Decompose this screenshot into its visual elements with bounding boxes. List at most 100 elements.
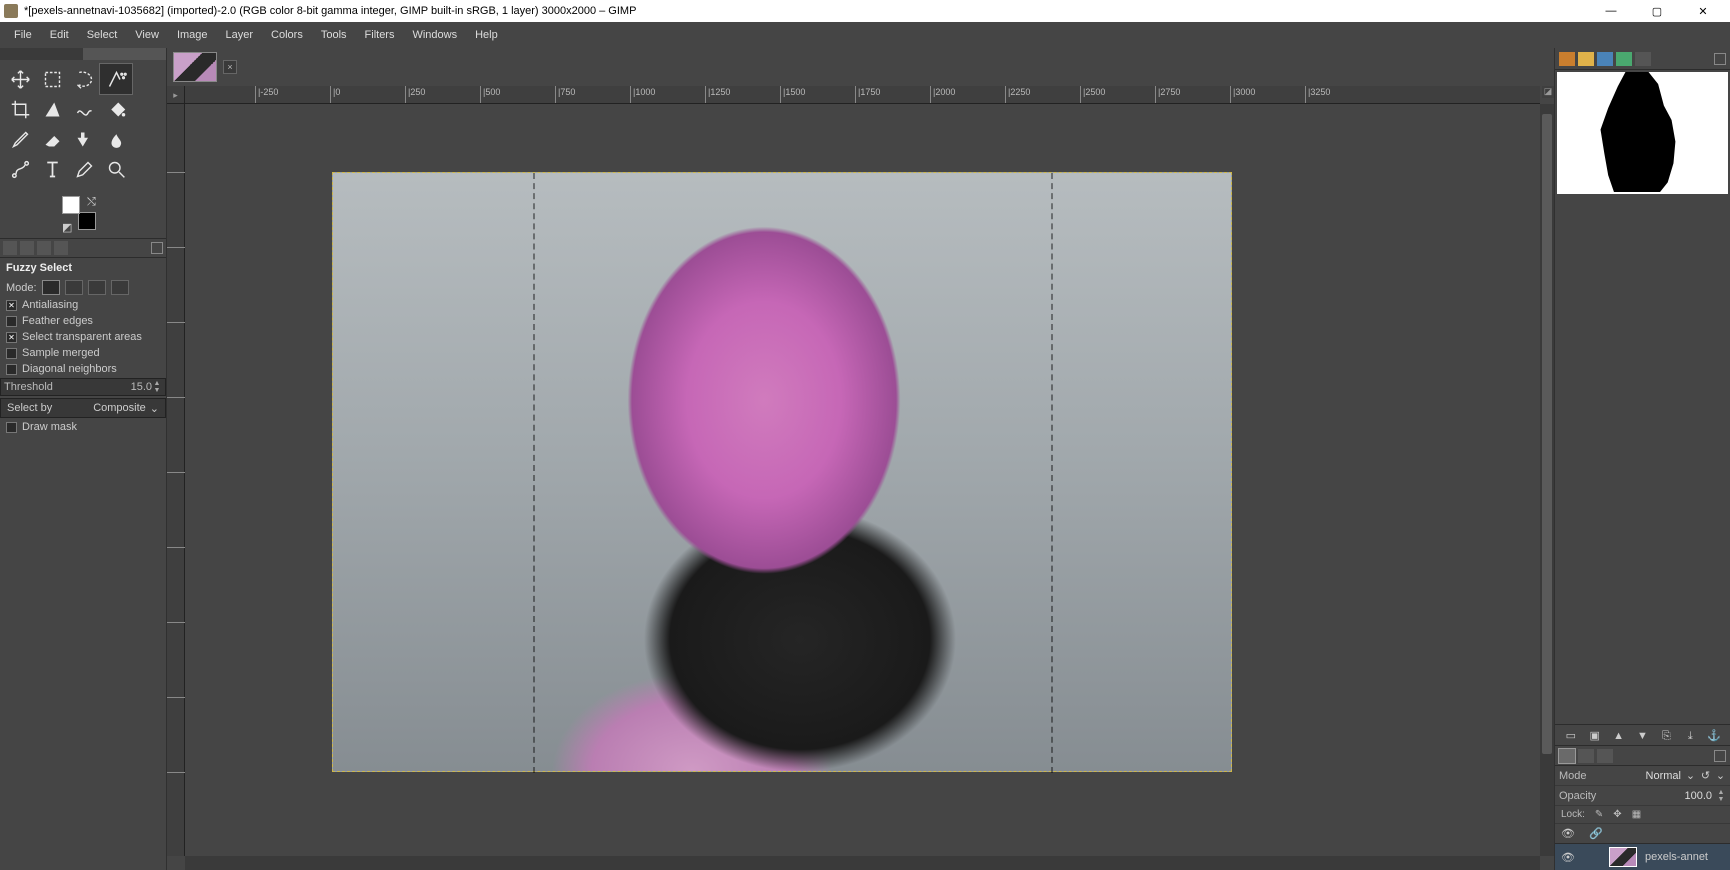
layer-row[interactable]: 👁 pexels-annet — [1555, 844, 1730, 870]
tab-images[interactable] — [54, 241, 68, 255]
tab-menu-icon[interactable] — [151, 242, 163, 254]
layer-opacity-row[interactable]: Opacity 100.0 ▲▼ — [1555, 786, 1730, 806]
default-colors-icon[interactable]: ◩ — [62, 221, 71, 230]
maximize-button[interactable]: ▢ — [1634, 0, 1680, 22]
vertical-scrollbar[interactable] — [1540, 104, 1554, 856]
new-group-icon[interactable]: ▣ — [1586, 728, 1604, 744]
navigation-preview[interactable] — [1557, 72, 1728, 194]
mode-add[interactable] — [65, 280, 83, 295]
menu-colors[interactable]: Colors — [263, 26, 311, 44]
rect-select-tool[interactable] — [36, 64, 68, 94]
crop-tool[interactable] — [4, 94, 36, 124]
minimize-button[interactable]: ― — [1588, 0, 1634, 22]
dock-menu-icon[interactable] — [1714, 53, 1726, 65]
duplicate-layer-icon[interactable]: ⎘ — [1657, 728, 1675, 744]
menu-edit[interactable]: Edit — [42, 26, 77, 44]
menu-view[interactable]: View — [127, 26, 167, 44]
smudge-tool[interactable] — [100, 124, 132, 154]
reset-mode-icon[interactable]: ↺ — [1700, 769, 1711, 782]
vertical-ruler[interactable] — [167, 104, 185, 856]
lock-label: Lock: — [1561, 809, 1585, 820]
color-swatches[interactable]: ◩ ⤭ — [62, 196, 102, 230]
image-tab[interactable]: × — [173, 52, 237, 82]
transform-tool[interactable] — [36, 94, 68, 124]
close-button[interactable]: ✕ — [1680, 0, 1726, 22]
close-tab-icon[interactable]: × — [223, 60, 237, 74]
text-tool[interactable] — [36, 154, 68, 184]
move-tool[interactable] — [4, 64, 36, 94]
tab-paths[interactable] — [1597, 749, 1613, 763]
layers-menu-icon[interactable] — [1714, 750, 1726, 762]
layer-mode-row[interactable]: Mode Normal ⌄ ↺ ⌄ — [1555, 766, 1730, 786]
mode-replace[interactable] — [42, 280, 60, 295]
free-select-tool[interactable] — [68, 64, 100, 94]
select-by-dropdown[interactable]: Select by Composite⌄ — [0, 398, 166, 418]
threshold-slider[interactable]: Threshold 15.0 ▲▼ — [0, 378, 166, 396]
anchor-layer-icon[interactable]: ⚓ — [1705, 728, 1723, 744]
canvas[interactable] — [332, 172, 1232, 772]
tab-patterns[interactable] — [1578, 52, 1594, 66]
menu-layer[interactable]: Layer — [218, 26, 262, 44]
tab-brushes[interactable] — [1559, 52, 1575, 66]
lower-dock-tabs — [1555, 746, 1730, 766]
opacity-spinner[interactable]: ▲▼ — [1716, 789, 1726, 803]
clone-tool[interactable] — [68, 124, 100, 154]
threshold-spinner[interactable]: ▲▼ — [152, 380, 162, 394]
background-color[interactable] — [78, 212, 96, 230]
canvas-viewport[interactable] — [185, 104, 1540, 856]
lower-layer-icon[interactable]: ▼ — [1634, 728, 1652, 744]
quick-mask-toggle[interactable]: ◪ — [1542, 86, 1554, 98]
layer-name[interactable]: pexels-annet — [1645, 851, 1708, 863]
horizontal-ruler[interactable]: |-250 |0 |250 |500 |750 |1000 |1250 |150… — [185, 86, 1540, 104]
warp-tool[interactable] — [68, 94, 100, 124]
new-layer-icon[interactable]: ▭ — [1562, 728, 1580, 744]
feather-checkbox[interactable] — [6, 316, 17, 327]
tab-channels[interactable] — [1578, 749, 1594, 763]
tab-device-status[interactable] — [20, 241, 34, 255]
swap-colors-icon[interactable]: ⤭ — [87, 196, 96, 205]
paintbrush-tool[interactable] — [4, 124, 36, 154]
tab-undo-history[interactable] — [37, 241, 51, 255]
menu-select[interactable]: Select — [79, 26, 126, 44]
window-titlebar: *[pexels-annetnavi-1035682] (imported)-2… — [0, 0, 1730, 22]
tab-layers[interactable] — [1559, 749, 1575, 763]
raise-layer-icon[interactable]: ▲ — [1610, 728, 1628, 744]
paths-tool[interactable] — [4, 154, 36, 184]
layer-visibility-toggle[interactable]: 👁 — [1561, 851, 1577, 864]
merge-down-icon[interactable]: ⤓ — [1681, 728, 1699, 744]
link-column-icon: 🔗 — [1589, 827, 1605, 840]
draw-mask-label: Draw mask — [22, 421, 77, 433]
menu-help[interactable]: Help — [467, 26, 506, 44]
tab-tool-options[interactable] — [3, 241, 17, 255]
transparent-checkbox[interactable]: ✕ — [6, 332, 17, 343]
menu-file[interactable]: File — [6, 26, 40, 44]
color-picker-tool[interactable] — [68, 154, 100, 184]
bucket-fill-tool[interactable] — [100, 94, 132, 124]
zoom-tool[interactable] — [100, 154, 132, 184]
menu-windows[interactable]: Windows — [404, 26, 465, 44]
fuzzy-select-tool[interactable] — [100, 64, 132, 94]
opacity-label: Opacity — [1559, 790, 1596, 802]
mode-subtract[interactable] — [88, 280, 106, 295]
tab-document-history[interactable] — [1616, 52, 1632, 66]
lock-alpha-icon[interactable]: ▦ — [1632, 809, 1641, 820]
lock-pixels-icon[interactable]: ✎ — [1595, 809, 1603, 820]
antialias-checkbox[interactable]: ✕ — [6, 300, 17, 311]
lock-position-icon[interactable]: ✥ — [1613, 809, 1621, 820]
layer-lock-row: Lock: ✎ ✥ ▦ — [1555, 806, 1730, 824]
diagonal-checkbox[interactable] — [6, 364, 17, 375]
sample-merged-checkbox[interactable] — [6, 348, 17, 359]
window-title: *[pexels-annetnavi-1035682] (imported)-2… — [24, 5, 636, 17]
toolbox — [0, 60, 166, 192]
tab-gradient[interactable] — [1635, 52, 1651, 66]
eraser-tool[interactable] — [36, 124, 68, 154]
horizontal-scrollbar[interactable] — [185, 856, 1540, 870]
menu-filters[interactable]: Filters — [357, 26, 403, 44]
mode-intersect[interactable] — [111, 280, 129, 295]
draw-mask-checkbox[interactable] — [6, 422, 17, 433]
menu-image[interactable]: Image — [169, 26, 216, 44]
foreground-color[interactable] — [62, 196, 80, 214]
menu-tools[interactable]: Tools — [313, 26, 355, 44]
ruler-origin[interactable]: ▸ — [167, 86, 185, 104]
tab-fonts[interactable] — [1597, 52, 1613, 66]
